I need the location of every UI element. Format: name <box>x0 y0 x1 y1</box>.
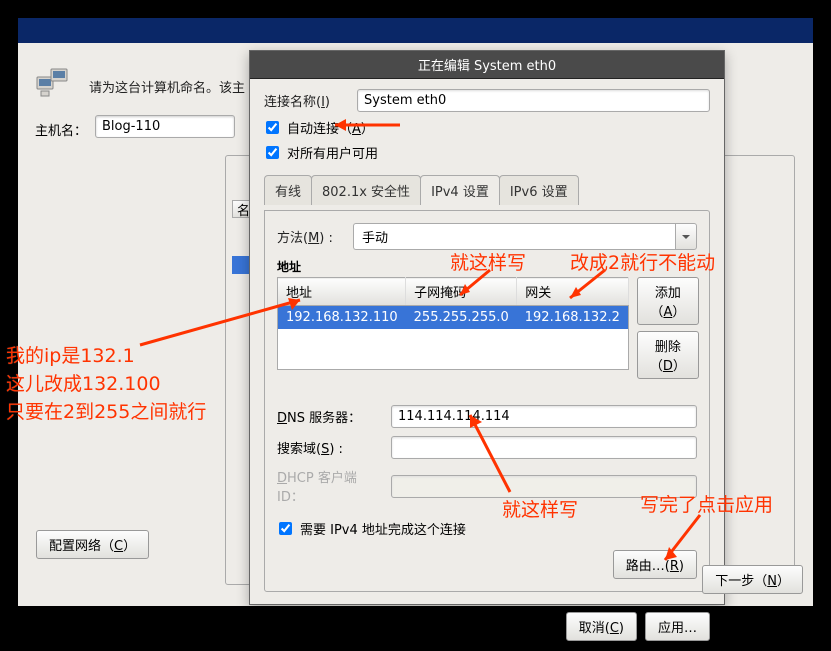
dialog-body: 连接名称(I) 自动连接（A） 对所有用户可用 有线 802.1x 安全性 IP… <box>250 79 724 602</box>
ipv4-tab-content: 方法(M) : 手动 地址 地址 子网掩码 网关 <box>264 210 710 592</box>
tab-ipv6[interactable]: IPv6 设置 <box>499 175 579 205</box>
table-row[interactable]: 192.168.132.110 255.255.255.0 192.168.13… <box>278 306 629 330</box>
require-ipv4-label: 需要 IPv4 地址完成这个连接 <box>300 519 466 538</box>
dhcp-client-row: DHCP 客户端 ID： <box>277 467 697 505</box>
dhcp-label: DHCP 客户端 ID： <box>277 467 385 505</box>
edit-connection-dialog: 正在编辑 System eth0 连接名称(I) 自动连接（A） 对所有用户可用… <box>249 50 725 605</box>
apply-button[interactable]: 应用… <box>645 612 710 641</box>
auto-connect-input[interactable] <box>266 121 279 134</box>
cfg-net-text2: ） <box>123 539 136 554</box>
cfg-net-text1: 配置网络（ <box>49 539 114 554</box>
addresses-section: 地址 地址 子网掩码 网关 192.168.132.110 <box>277 258 697 379</box>
dns-label: DNS 服务器： <box>277 407 385 426</box>
tab-8021x[interactable]: 802.1x 安全性 <box>311 175 421 205</box>
auto-connect-label: 自动连接（A） <box>287 118 374 137</box>
method-row: 方法(M) : 手动 <box>277 223 697 250</box>
connection-name-label: 连接名称(I) <box>264 91 349 110</box>
col-address[interactable]: 地址 <box>278 278 406 306</box>
search-domain-label: 搜索域(S) : <box>277 438 385 457</box>
connection-name-row: 连接名称(I) <box>264 89 710 112</box>
addresses-title: 地址 <box>277 258 697 275</box>
col-netmask[interactable]: 子网掩码 <box>406 278 517 306</box>
cfg-net-mnemonic: C <box>114 539 123 554</box>
all-users-checkbox[interactable]: 对所有用户可用 <box>266 143 710 162</box>
routes-button[interactable]: 路由…(R) <box>613 550 697 579</box>
host-label: 主机名： <box>35 120 87 139</box>
dialog-footer: 取消(C) 应用… <box>250 602 724 651</box>
host-description: 请为这台计算机命名。该主 <box>89 77 245 96</box>
cell-netmask[interactable]: 255.255.255.0 <box>406 306 517 330</box>
top-darkbar <box>18 18 813 43</box>
next-step-button[interactable]: 下一步（N） <box>702 565 803 594</box>
method-value: 手动 <box>353 223 675 250</box>
dialog-title: 正在编辑 System eth0 <box>250 51 724 79</box>
require-ipv4-checkbox[interactable]: 需要 IPv4 地址完成这个连接 <box>279 519 697 538</box>
method-combo[interactable]: 手动 <box>353 223 697 250</box>
cell-address[interactable]: 192.168.132.110 <box>278 306 406 330</box>
hostname-input[interactable] <box>95 115 235 138</box>
dns-row: DNS 服务器： <box>277 405 697 428</box>
require-ipv4-input[interactable] <box>279 522 292 535</box>
addresses-table[interactable]: 地址 子网掩码 网关 192.168.132.110 255.255.255.0… <box>277 277 629 370</box>
connection-name-input[interactable] <box>357 89 710 112</box>
configure-network-button[interactable]: 配置网络（C） <box>36 530 149 559</box>
method-label: 方法(M) : <box>277 227 345 246</box>
delete-button[interactable]: 删除（D） <box>637 331 699 379</box>
computer-icon <box>35 65 71 101</box>
add-button[interactable]: 添加（A） <box>637 277 699 325</box>
addresses-table-wrap: 地址 子网掩码 网关 192.168.132.110 255.255.255.0… <box>277 277 629 379</box>
dhcp-client-input <box>391 475 697 498</box>
all-users-label: 对所有用户可用 <box>287 143 378 162</box>
dns-input[interactable] <box>391 405 697 428</box>
col-gateway[interactable]: 网关 <box>517 278 629 306</box>
chevron-down-icon[interactable] <box>675 223 697 250</box>
all-users-input[interactable] <box>266 146 279 159</box>
search-domain-input[interactable] <box>391 436 697 459</box>
auto-connect-checkbox[interactable]: 自动连接（A） <box>266 118 710 137</box>
empty-row <box>278 329 629 369</box>
tab-wired[interactable]: 有线 <box>264 175 312 205</box>
tab-bar: 有线 802.1x 安全性 IPv4 设置 IPv6 设置 <box>264 174 710 204</box>
search-domain-row: 搜索域(S) : <box>277 436 697 459</box>
cell-gateway[interactable]: 192.168.132.2 <box>517 306 629 330</box>
address-buttons: 添加（A） 删除（D） <box>637 277 699 379</box>
tab-ipv4[interactable]: IPv4 设置 <box>420 175 500 205</box>
cancel-button[interactable]: 取消(C) <box>566 612 637 641</box>
